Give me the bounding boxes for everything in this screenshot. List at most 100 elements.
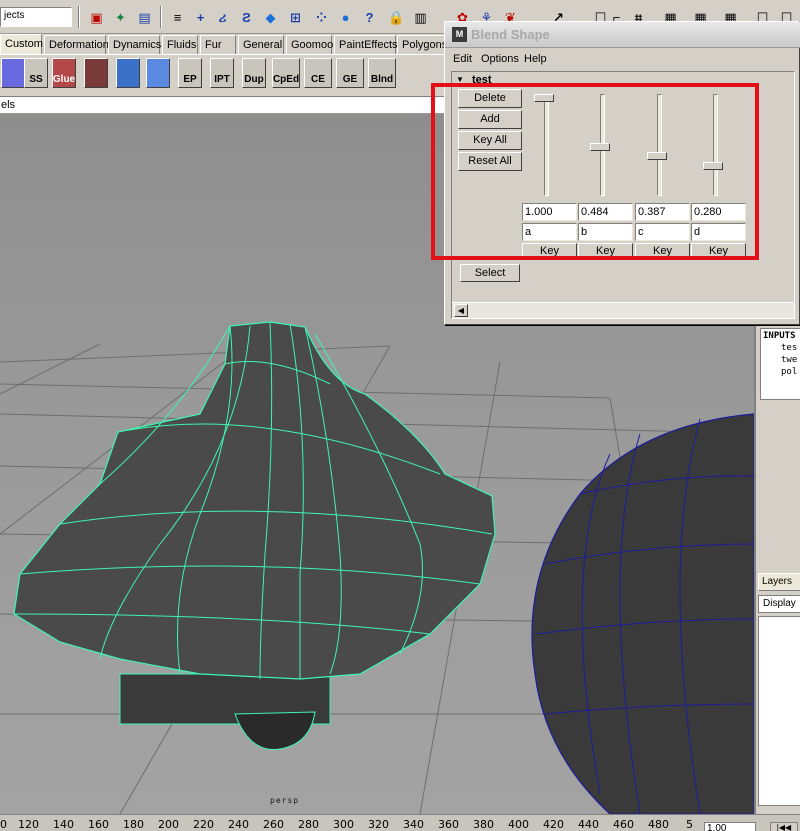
shelf-button-wave[interactable] <box>146 58 170 88</box>
frame-tick: 240 <box>228 818 249 831</box>
snap-view-icon[interactable]: ◆ <box>260 7 281 28</box>
shelf-button-ce[interactable]: CE <box>304 58 332 88</box>
weight-slider-handle[interactable] <box>534 94 554 102</box>
layers-tab[interactable]: Layers <box>758 573 800 591</box>
window-title: Blend Shape <box>471 27 550 42</box>
shelf-button-ipt[interactable]: IPT <box>210 58 234 88</box>
inputs-header: INPUTS <box>763 331 796 341</box>
snap-surface-icon[interactable]: ⊞ <box>285 7 306 28</box>
frame-tick: 400 <box>508 818 529 831</box>
delete-button[interactable]: Delete <box>458 89 522 108</box>
shelf-tab-painteffects[interactable]: PaintEffects <box>334 35 398 54</box>
menu-set-field[interactable]: jects <box>0 7 72 27</box>
select-hierarchy-icon[interactable]: ▣ <box>86 7 107 28</box>
frame-tick: 440 <box>578 818 599 831</box>
key-button[interactable]: Key <box>578 243 633 260</box>
layers-list[interactable] <box>758 616 800 806</box>
shelf-button-cped[interactable]: CpEd <box>272 58 300 88</box>
add-button[interactable]: Add <box>458 110 522 129</box>
shelf-button-shape[interactable] <box>84 58 108 88</box>
weight-value-field[interactable]: 0.484 <box>578 203 633 221</box>
weight-value-field[interactable]: 0.387 <box>635 203 690 221</box>
snap-grid-icon[interactable]: + <box>190 7 211 28</box>
snap-point-icon[interactable]: Ƨ <box>236 7 257 28</box>
layer-display-tab[interactable]: Display <box>758 595 800 613</box>
key-button[interactable]: Key <box>635 243 690 260</box>
select-button[interactable]: Select <box>460 264 520 282</box>
shelf-tab-goomoo[interactable]: Goomoo <box>286 35 333 54</box>
frame-tick: 380 <box>473 818 494 831</box>
display-icon[interactable]: ▥ <box>410 7 431 28</box>
frame-tick: 0 <box>0 818 7 831</box>
select-object-icon[interactable]: ✦ <box>110 7 131 28</box>
window-title-bar[interactable]: M Blend Shape <box>445 22 800 48</box>
collapse-arrow-icon[interactable]: ▼ <box>456 75 464 84</box>
weight-value-field[interactable]: 0.280 <box>691 203 746 221</box>
shelf-button-ge[interactable]: GE <box>336 58 364 88</box>
shelf-tab-fluids[interactable]: Fluids <box>162 35 198 54</box>
key-button[interactable]: Key <box>691 243 746 260</box>
shelf-tab-dynamics[interactable]: Dynamics <box>108 35 161 54</box>
menu-options[interactable]: Options <box>481 50 519 68</box>
shelf-button-ep[interactable]: EP <box>178 58 202 88</box>
frame-tick: 260 <box>263 818 284 831</box>
panel-menu-bar[interactable]: els <box>0 96 445 114</box>
mask-menu-icon[interactable]: ≡ <box>167 7 188 28</box>
history-icon[interactable]: ⁘ <box>311 7 332 28</box>
select-component-icon[interactable]: ▤ <box>134 7 155 28</box>
horizontal-scrollbar[interactable]: ◀ <box>452 302 794 318</box>
frame-tick: 460 <box>613 818 634 831</box>
frame-tick: 480 <box>648 818 669 831</box>
blend-node-name: test <box>472 74 492 86</box>
frame-tick: 5 <box>686 818 693 831</box>
shelf-button-curve[interactable] <box>1 58 25 88</box>
frame-tick: 200 <box>158 818 179 831</box>
shelf-tab-general[interactable]: General <box>238 35 284 54</box>
shelf-button-cylinder[interactable] <box>116 58 140 88</box>
weight-slider-handle[interactable] <box>703 161 723 170</box>
scroll-left-icon[interactable]: ◀ <box>454 304 468 317</box>
shelf-button-blnd[interactable]: Blnd <box>368 58 396 88</box>
blend-shape-editor: ▼ test Delete Add Key All Reset All 1.00… <box>451 71 795 319</box>
inputs-list[interactable]: INPUTS tes twe pol <box>760 328 800 400</box>
key-button[interactable]: Key <box>522 243 577 260</box>
inputs-item[interactable]: tes <box>763 342 799 354</box>
target-name-field[interactable]: b <box>578 223 633 241</box>
weight-slider-track[interactable] <box>657 94 662 196</box>
window-menu-bar: Edit Options Help <box>445 50 800 68</box>
shelf-button-glue[interactable]: Glue <box>52 58 76 88</box>
weight-slider-track[interactable] <box>544 94 549 196</box>
lock-icon[interactable]: 🔒 <box>386 7 407 28</box>
blend-shape-window: M Blend Shape Edit Options Help ▼ test D… <box>444 21 800 325</box>
frame-tick: 280 <box>298 818 319 831</box>
shelf-tab-custom[interactable]: Custom <box>0 34 43 54</box>
shelf-tab-deformation[interactable]: Deformation <box>44 35 109 54</box>
unselected-sphere[interactable] <box>531 413 754 814</box>
key-all-button[interactable]: Key All <box>458 131 522 150</box>
weight-slider-track[interactable] <box>713 94 718 196</box>
shelf-button-ss[interactable]: SS <box>24 58 48 88</box>
toolbar-separator <box>78 6 80 28</box>
current-time-field[interactable]: 1.00 <box>704 822 756 831</box>
reset-all-button[interactable]: Reset All <box>458 152 522 171</box>
target-name-field[interactable]: d <box>691 223 746 241</box>
menu-edit[interactable]: Edit <box>453 50 472 68</box>
inputs-item[interactable]: twe <box>763 354 799 366</box>
frame-tick: 420 <box>543 818 564 831</box>
time-slider[interactable]: 0 120 140 160 180 200 220 240 260 280 30… <box>0 814 800 831</box>
shelf-tab-fur[interactable]: Fur <box>200 35 236 54</box>
snap-curve-icon[interactable]: ሪ <box>212 7 233 28</box>
shelf-tab-polygons[interactable]: Polygons <box>397 35 447 54</box>
target-name-field[interactable]: c <box>635 223 690 241</box>
help-icon[interactable]: ? <box>359 7 380 28</box>
target-name-field[interactable]: a <box>522 223 577 241</box>
weight-slider-handle[interactable] <box>647 151 667 160</box>
inputs-item[interactable]: pol <box>763 366 799 378</box>
shelf-button-dup[interactable]: Dup <box>242 58 266 88</box>
menu-help[interactable]: Help <box>524 50 547 68</box>
weight-slider-handle[interactable] <box>590 142 610 151</box>
rewind-button[interactable]: |◀◀ <box>770 822 798 831</box>
weight-value-field[interactable]: 1.000 <box>522 203 577 221</box>
shelf-tabs: Custom Deformation Dynamics Fluids Fur G… <box>0 34 447 54</box>
render-globe-icon[interactable]: ● <box>335 7 356 28</box>
